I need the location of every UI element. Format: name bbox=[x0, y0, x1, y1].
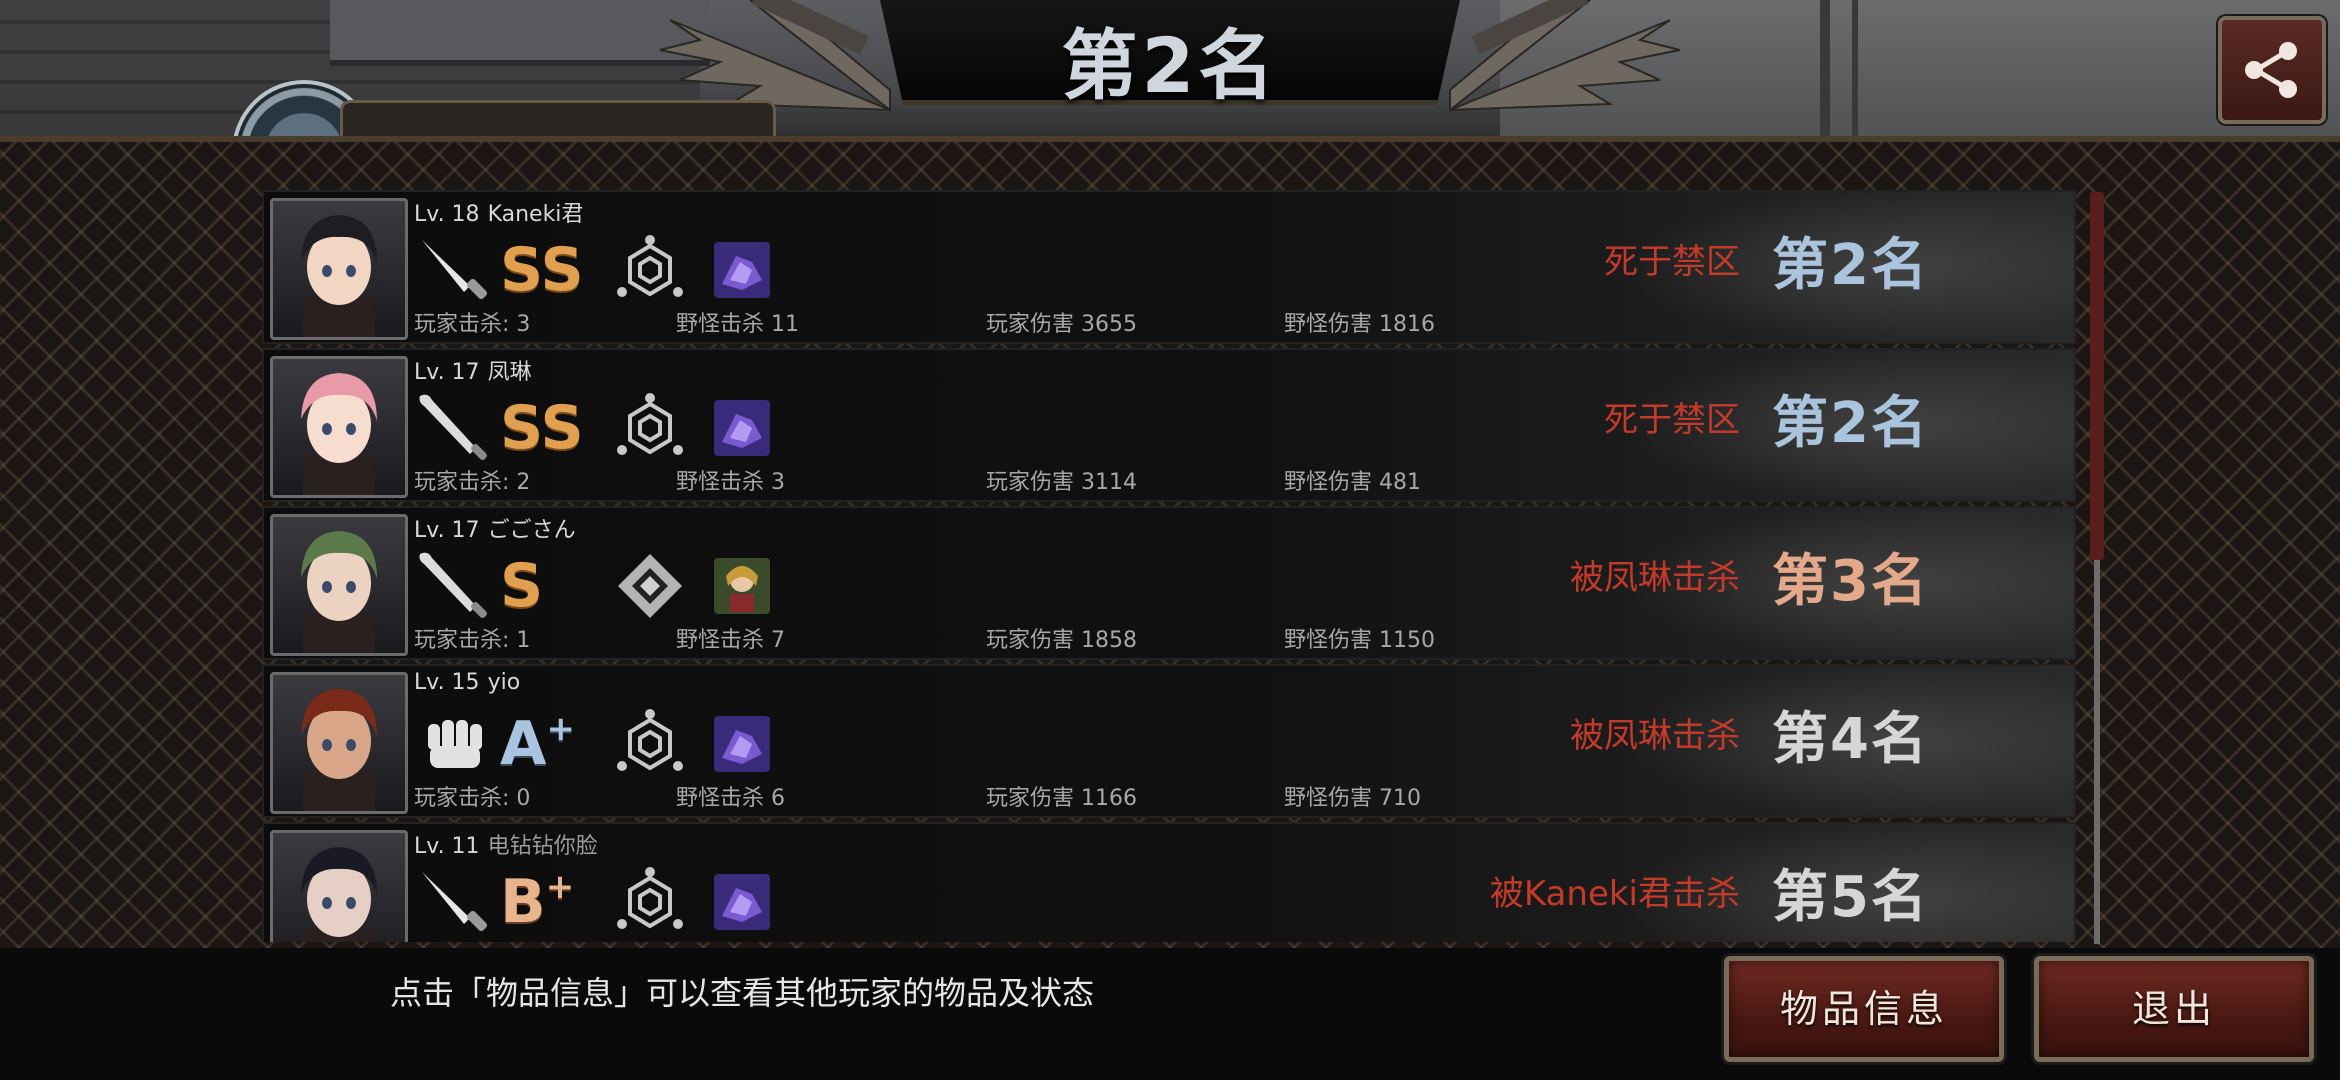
knife-icon bbox=[414, 230, 494, 310]
stat-player-kills: 玩家击杀: 3 bbox=[414, 312, 531, 337]
player-level: Lv. 11 bbox=[414, 834, 480, 859]
stat-monster-kills: 野怪击杀 3 bbox=[676, 470, 785, 495]
player-level-name: Lv. 17 凤琳 bbox=[414, 354, 532, 386]
player-portrait bbox=[270, 198, 408, 340]
stat-monster-kills: 野怪击杀 11 bbox=[676, 312, 799, 337]
grade-letter: SS bbox=[500, 393, 584, 463]
stat-player-damage: 玩家伤害 3655 bbox=[986, 312, 1137, 337]
stat-player-damage: 玩家伤害 1166 bbox=[986, 786, 1137, 811]
knife-icon bbox=[414, 862, 494, 942]
player-level-name: Lv. 15 yio bbox=[414, 670, 520, 695]
stat-monster-kills: 野怪击杀 6 bbox=[676, 786, 785, 811]
grade-badge: S bbox=[500, 546, 580, 626]
hexagon-emblem-icon bbox=[610, 388, 690, 468]
stat-monster-damage: 野怪伤害 481 bbox=[1284, 470, 1421, 495]
stat-player-damage: 玩家伤害 1858 bbox=[986, 628, 1137, 653]
player-level: Lv. 17 bbox=[414, 360, 480, 385]
player-level: Lv. 15 bbox=[414, 670, 480, 695]
grade-letter: A bbox=[500, 709, 547, 779]
diamond-emblem-icon bbox=[610, 546, 690, 626]
fist-icon bbox=[414, 704, 494, 784]
share-button[interactable] bbox=[2218, 16, 2326, 124]
player-name: yio bbox=[487, 670, 521, 695]
stat-player-kills: 玩家击杀: 0 bbox=[414, 786, 531, 811]
grade-plus: + bbox=[545, 867, 575, 907]
player-portrait bbox=[270, 356, 408, 498]
player-name: 电钻钻你脸 bbox=[487, 834, 598, 859]
player-portrait bbox=[270, 672, 408, 814]
results-list[interactable]: Lv. 18 Kaneki君 SS 玩家击杀: 3 野怪击杀 11 玩家伤害 3655 野怪… bbox=[262, 190, 2076, 942]
player-level-name: Lv. 17 ごごさん bbox=[414, 512, 576, 544]
player-row[interactable]: Lv. 17 凤琳 SS 玩家击杀: 2 野怪击杀 3 玩家伤害 3114 野怪伤害 481… bbox=[262, 348, 2076, 502]
death-cause: 死于禁区 bbox=[1604, 400, 1740, 440]
death-cause: 被凤琳击杀 bbox=[1570, 716, 1740, 756]
death-cause: 被Kaneki君击杀 bbox=[1489, 874, 1740, 914]
player-row[interactable]: Lv. 18 Kaneki君 SS 玩家击杀: 3 野怪击杀 11 玩家伤害 3655 野怪… bbox=[262, 190, 2076, 344]
grade-badge: SS bbox=[500, 230, 584, 310]
hexagon-emblem-icon bbox=[610, 230, 690, 310]
right-wing-emblem bbox=[1449, 0, 1681, 113]
grade-badge: B+ bbox=[500, 862, 580, 942]
grade-letter: B bbox=[500, 867, 546, 937]
bat-icon bbox=[414, 546, 494, 626]
player-level-name: Lv. 18 Kaneki君 bbox=[414, 196, 583, 228]
player-name: Kaneki君 bbox=[487, 202, 584, 227]
rank-label: 第4名 bbox=[1772, 707, 1929, 772]
stat-player-kills: 玩家击杀: 1 bbox=[414, 628, 531, 653]
share-icon bbox=[2245, 42, 2297, 98]
player-row[interactable]: Lv. 17 ごごさん S 玩家击杀: 1 野怪击杀 7 玩家伤害 1858 野怪伤害 11… bbox=[262, 506, 2076, 660]
player-name: 凤琳 bbox=[487, 360, 532, 385]
player-level: Lv. 18 bbox=[414, 202, 480, 227]
exit-button[interactable]: 退出 bbox=[2034, 956, 2314, 1062]
bat-icon bbox=[414, 388, 494, 468]
hint-text: 点击「物品信息」可以查看其他玩家的物品及状态 bbox=[390, 974, 1095, 1012]
player-level-name: Lv. 11 电钻钻你脸 bbox=[414, 828, 598, 860]
page-title: 第2名 bbox=[1061, 21, 1279, 110]
stat-monster-damage: 野怪伤害 1150 bbox=[1284, 628, 1435, 653]
scrollbar-thumb[interactable] bbox=[2090, 192, 2104, 560]
grade-badge: A+ bbox=[500, 704, 580, 784]
player-portrait bbox=[270, 830, 408, 942]
grade-plus: + bbox=[546, 709, 575, 749]
stat-monster-damage: 野怪伤害 710 bbox=[1284, 786, 1421, 811]
stat-player-kills: 玩家击杀: 2 bbox=[414, 470, 531, 495]
item-info-button[interactable]: 物品信息 bbox=[1724, 956, 2004, 1062]
purple-item-icon bbox=[712, 872, 792, 942]
player-portrait bbox=[270, 514, 408, 656]
death-cause: 死于禁区 bbox=[1604, 242, 1740, 282]
hexagon-emblem-icon bbox=[610, 704, 690, 784]
rank-label: 第5名 bbox=[1772, 865, 1929, 930]
stat-monster-damage: 野怪伤害 1816 bbox=[1284, 312, 1435, 337]
player-name: ごごさん bbox=[487, 518, 576, 543]
hexagon-emblem-icon bbox=[610, 862, 690, 942]
grade-letter: S bbox=[500, 551, 544, 621]
player-row[interactable]: Lv. 15 yio A+ 玩家击杀: 0 野怪击杀 6 玩家伤害 1166 野怪伤害 71… bbox=[262, 664, 2076, 818]
player-level: Lv. 17 bbox=[414, 518, 480, 543]
stat-monster-kills: 野怪击杀 7 bbox=[676, 628, 785, 653]
stat-player-damage: 玩家伤害 3114 bbox=[986, 470, 1137, 495]
rank-label: 第3名 bbox=[1772, 549, 1929, 614]
grade-letter: SS bbox=[500, 235, 584, 305]
rank-label: 第2名 bbox=[1772, 391, 1929, 456]
player-row[interactable]: Lv. 11 电钻钻你脸 B+ 被Kaneki君击杀 第5名 bbox=[262, 822, 2076, 942]
death-cause: 被凤琳击杀 bbox=[1570, 558, 1740, 598]
grade-badge: SS bbox=[500, 388, 584, 468]
rank-label: 第2名 bbox=[1772, 233, 1929, 298]
